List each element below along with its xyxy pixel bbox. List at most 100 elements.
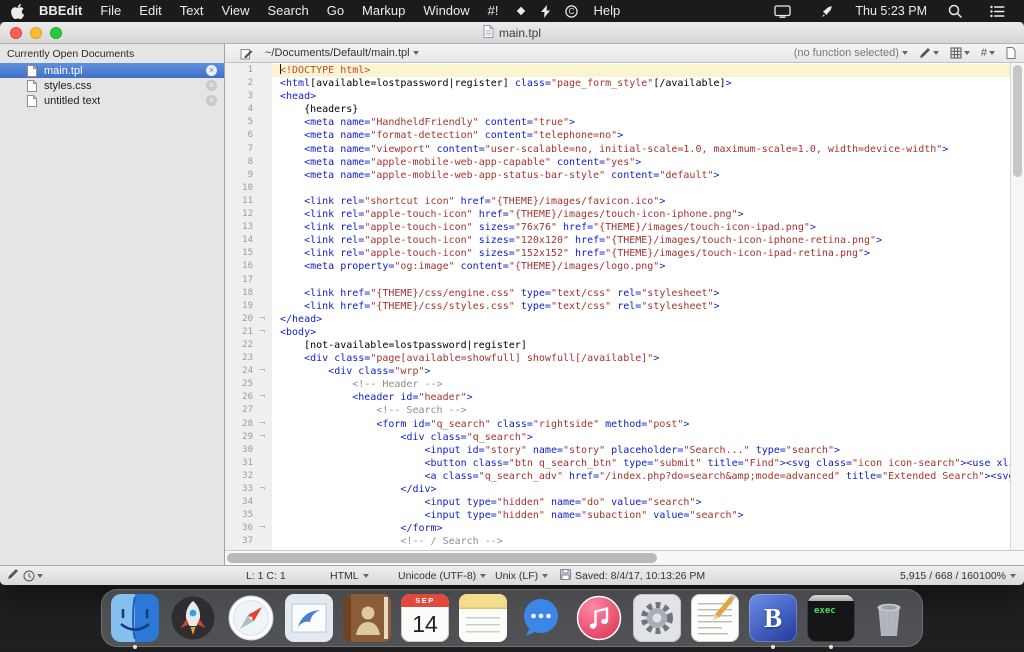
close-button[interactable] [10, 27, 22, 39]
document-pencil-icon[interactable] [233, 47, 260, 60]
code-line-21[interactable]: 21¬<body> [225, 326, 1010, 339]
code-line-23[interactable]: 23 <div class="page[available=showfull] … [225, 352, 1010, 365]
code-line-26[interactable]: 26¬ <header id="header"> [225, 391, 1010, 404]
code-line-19[interactable]: 19 <link href="{THEME}/css/styles.css" t… [225, 300, 1010, 313]
code-line-15[interactable]: 15 <link rel="apple-touch-icon" sizes="1… [225, 247, 1010, 260]
pencil-menu-icon[interactable] [919, 47, 939, 59]
menu-help[interactable]: Help [585, 0, 630, 22]
sidebar-document-styles-css[interactable]: styles.css× [0, 78, 224, 93]
code-line-35[interactable]: 35 <input type="hidden" name="subaction"… [225, 509, 1010, 522]
line-endings-menu[interactable]: Unix (LF) [495, 566, 548, 585]
code-line-17[interactable]: 17 [225, 274, 1010, 287]
code-line-6[interactable]: 6 <meta name="format-detection" content=… [225, 129, 1010, 142]
dock-contacts-icon[interactable] [343, 594, 391, 642]
code-line-28[interactable]: 28¬ <form id="q_search" class="rightside… [225, 418, 1010, 431]
code-line-2[interactable]: 2<html[available=lostpassword|register] … [225, 77, 1010, 90]
fold-marker[interactable]: ¬ [253, 522, 272, 535]
menu-window[interactable]: Window [414, 0, 478, 22]
encoding-menu[interactable]: Unicode (UTF-8) [398, 566, 486, 585]
fold-marker[interactable]: ¬ [253, 483, 272, 496]
code-line-3[interactable]: 3<head> [225, 90, 1010, 103]
spotlight-icon[interactable] [941, 4, 969, 18]
close-document-button[interactable]: × [206, 80, 217, 91]
menu-go[interactable]: Go [318, 0, 353, 22]
dock-mail-icon[interactable] [285, 594, 333, 642]
dock-terminal-icon[interactable]: exec [807, 594, 855, 642]
code-line-18[interactable]: 18 <link href="{THEME}/css/engine.css" t… [225, 287, 1010, 300]
code-line-8[interactable]: 8 <meta name="apple-mobile-web-app-capab… [225, 156, 1010, 169]
dock-textedit-icon[interactable] [691, 594, 739, 642]
dock-finder-icon[interactable] [111, 594, 159, 642]
code-line-32[interactable]: 32 <a class="q_search_adv" href="/index.… [225, 470, 1010, 483]
dock-notes-icon[interactable] [459, 594, 507, 642]
zoom-menu[interactable]: 100% [979, 566, 1016, 585]
code-line-14[interactable]: 14 <link rel="apple-touch-icon" sizes="1… [225, 234, 1010, 247]
dock-system-preferences-icon[interactable] [633, 594, 681, 642]
code-line-9[interactable]: 9 <meta name="apple-mobile-web-app-statu… [225, 169, 1010, 182]
dock-launchpad-icon[interactable] [169, 594, 217, 642]
dock-trash-icon[interactable] [865, 594, 913, 642]
fold-marker[interactable]: ¬ [253, 418, 272, 431]
code-line-34[interactable]: 34 <input type="hidden" name="do" value=… [225, 496, 1010, 509]
code-line-1[interactable]: 1<!DOCTYPE html> [225, 64, 1010, 77]
code-line-25[interactable]: 25 <!-- Header --> [225, 378, 1010, 391]
code-line-7[interactable]: 7 <meta name="viewport" content="user-sc… [225, 143, 1010, 156]
code-line-33[interactable]: 33¬ </div> [225, 483, 1010, 496]
code-line-20[interactable]: 20¬</head> [225, 313, 1010, 326]
fold-marker[interactable]: ¬ [253, 431, 272, 444]
launcher-rocket-icon[interactable] [812, 4, 841, 19]
menu-text[interactable]: Text [171, 0, 213, 22]
code-line-31[interactable]: 31 <button class="btn q_search_btn" type… [225, 457, 1010, 470]
scripts-lightning-icon[interactable] [534, 5, 558, 18]
apple-menu-icon[interactable] [4, 4, 30, 19]
title-bar[interactable]: main.tpl [0, 22, 1024, 44]
code-line-36[interactable]: 36¬ </form> [225, 522, 1010, 535]
code-line-13[interactable]: 13 <link rel="apple-touch-icon" sizes="7… [225, 221, 1010, 234]
markers-menu-icon[interactable] [950, 47, 970, 59]
code-line-27[interactable]: 27 <!-- Search --> [225, 404, 1010, 417]
sidebar-document-main-tpl[interactable]: main.tpl× [0, 63, 224, 78]
close-document-button[interactable]: × [206, 95, 217, 106]
scripts-diamond-icon[interactable] [508, 5, 534, 17]
horizontal-scrollbar-thumb[interactable] [227, 553, 657, 563]
clippings-icon[interactable]: C [558, 5, 585, 18]
code-line-37[interactable]: 37 <!-- / Search --> [225, 535, 1010, 548]
file-path-menu[interactable]: ~/Documents/Default/main.tpl [265, 47, 419, 59]
code-line-10[interactable]: 10 [225, 182, 1010, 195]
vertical-scrollbar[interactable] [1010, 63, 1024, 550]
menu-shebang[interactable]: #! [479, 0, 508, 22]
fold-marker[interactable]: ¬ [253, 391, 272, 404]
menu-file[interactable]: File [91, 0, 130, 22]
language-menu[interactable]: HTML [330, 566, 369, 585]
sidebar-document-untitled-text[interactable]: untitled text× [0, 93, 224, 108]
dock-bbedit-icon[interactable]: B [749, 594, 797, 642]
menu-bbedit[interactable]: BBEdit [30, 0, 91, 22]
menu-markup[interactable]: Markup [353, 0, 414, 22]
dock-itunes-icon[interactable] [575, 594, 623, 642]
fold-marker[interactable]: ¬ [253, 326, 272, 339]
code-line-12[interactable]: 12 <link rel="apple-touch-icon" href="{T… [225, 208, 1010, 221]
close-document-button[interactable]: × [206, 65, 217, 76]
code-line-5[interactable]: 5 <meta name="HandheldFriendly" content=… [225, 116, 1010, 129]
code-line-11[interactable]: 11 <link rel="shortcut icon" href="{THEM… [225, 195, 1010, 208]
recent-documents-icon[interactable] [23, 570, 43, 582]
pencil-icon[interactable] [7, 568, 19, 583]
code-line-29[interactable]: 29¬ <div class="q_search"> [225, 431, 1010, 444]
code-line-24[interactable]: 24¬ <div class="wrp"> [225, 365, 1010, 378]
counter-menu[interactable]: # [981, 47, 995, 59]
fold-marker[interactable]: ¬ [253, 313, 272, 326]
code-line-30[interactable]: 30 <input id="story" name="story" placeh… [225, 444, 1010, 457]
dock-calendar-icon[interactable]: SEP14 [401, 594, 449, 642]
code-line-22[interactable]: 22 [not-available=lostpassword|register] [225, 339, 1010, 352]
minimize-button[interactable] [30, 27, 42, 39]
code-line-4[interactable]: 4 {headers} [225, 103, 1010, 116]
zoom-button[interactable] [50, 27, 62, 39]
code-line-16[interactable]: 16 <meta property="og:image" content="{T… [225, 260, 1010, 273]
menu-edit[interactable]: Edit [130, 0, 170, 22]
function-selector[interactable]: (no function selected) [794, 47, 908, 59]
notification-center-icon[interactable] [983, 5, 1012, 18]
horizontal-scrollbar[interactable] [225, 550, 1024, 565]
fold-marker[interactable]: ¬ [253, 365, 272, 378]
vertical-scrollbar-thumb[interactable] [1013, 65, 1022, 177]
menu-view[interactable]: View [213, 0, 259, 22]
